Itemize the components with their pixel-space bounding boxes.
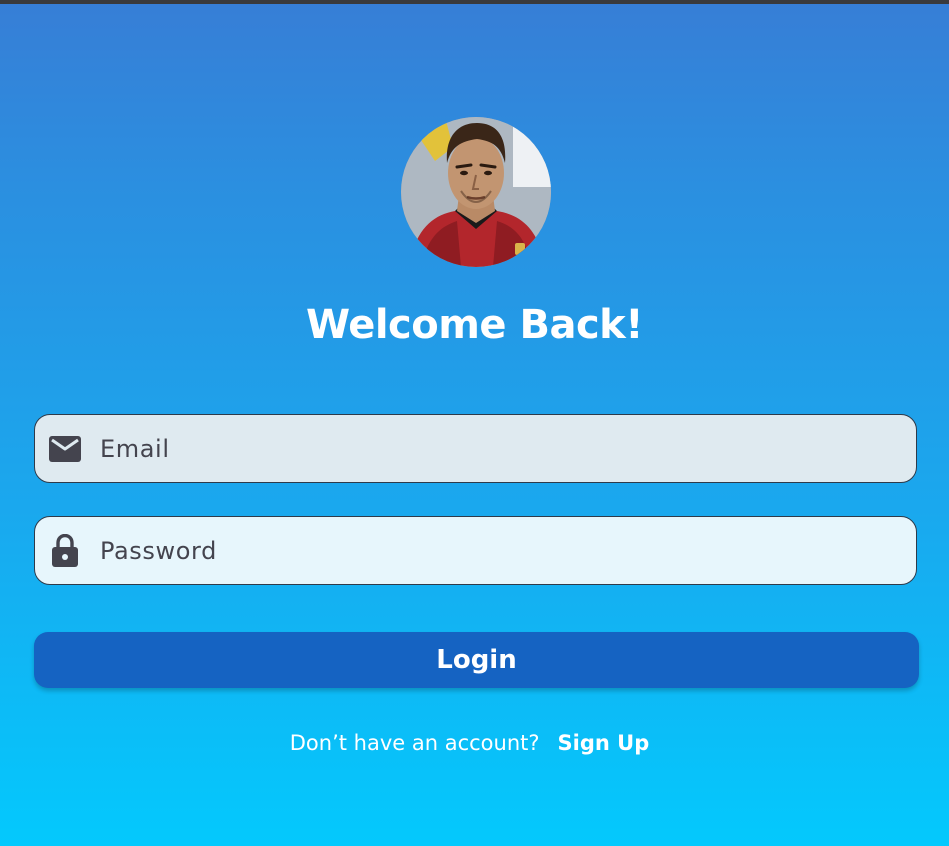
email-input[interactable] bbox=[100, 415, 900, 482]
login-button[interactable]: Login bbox=[34, 632, 919, 688]
lock-icon bbox=[48, 533, 82, 568]
signup-prompt: Don’t have an account? bbox=[289, 731, 540, 755]
profile-photo bbox=[401, 117, 551, 267]
signup-row: Don’t have an account? Sign Up bbox=[0, 726, 949, 760]
password-input[interactable] bbox=[100, 517, 900, 584]
page-title: Welcome Back! bbox=[306, 302, 644, 348]
email-field[interactable] bbox=[34, 414, 917, 483]
signup-link[interactable]: Sign Up bbox=[558, 731, 650, 755]
mail-icon bbox=[48, 432, 82, 466]
window-top-bar bbox=[0, 0, 949, 4]
password-field[interactable] bbox=[34, 516, 917, 585]
avatar bbox=[401, 117, 551, 267]
